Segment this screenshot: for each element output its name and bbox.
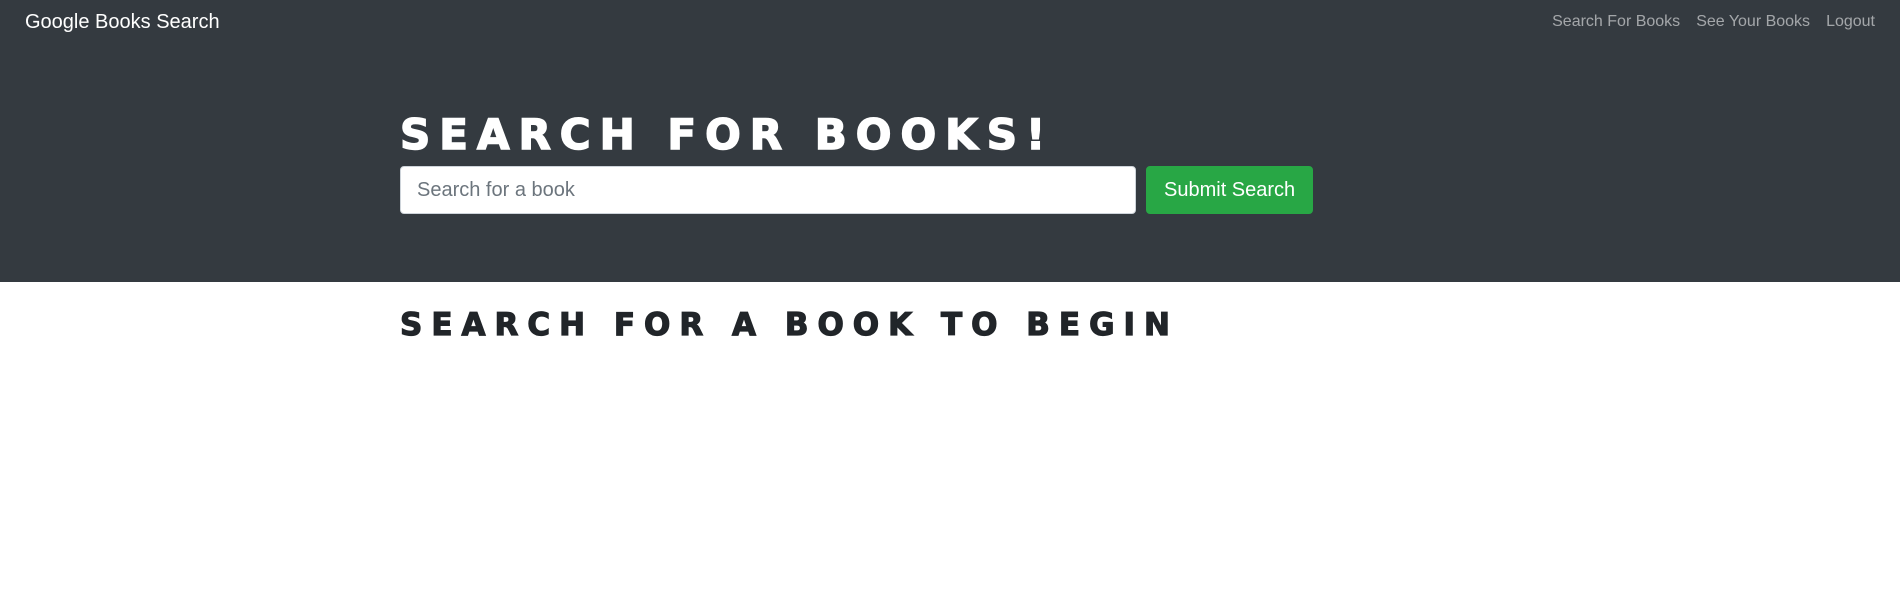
page-title: Search for Books! bbox=[399, 109, 1055, 160]
nav-link-logout[interactable]: Logout bbox=[1826, 13, 1875, 31]
brand-link[interactable]: Google Books Search bbox=[25, 11, 220, 34]
submit-search-button[interactable]: Submit Search bbox=[1146, 166, 1314, 214]
navbar: Google Books Search Search For Books See… bbox=[0, 0, 1900, 44]
nav-link-search-for-books[interactable]: Search For Books bbox=[1552, 13, 1680, 31]
search-hero: Search for Books! Submit Search bbox=[399, 109, 1320, 214]
search-input[interactable] bbox=[400, 166, 1136, 214]
nav-links: Search For Books See Your Books Logout bbox=[1536, 13, 1875, 31]
results-heading: Search for a book to begin bbox=[399, 306, 1179, 343]
nav-link-see-your-books[interactable]: See Your Books bbox=[1696, 13, 1810, 31]
search-form: Submit Search bbox=[400, 166, 1320, 214]
header-jumbotron: Google Books Search Search For Books See… bbox=[0, 0, 1900, 282]
